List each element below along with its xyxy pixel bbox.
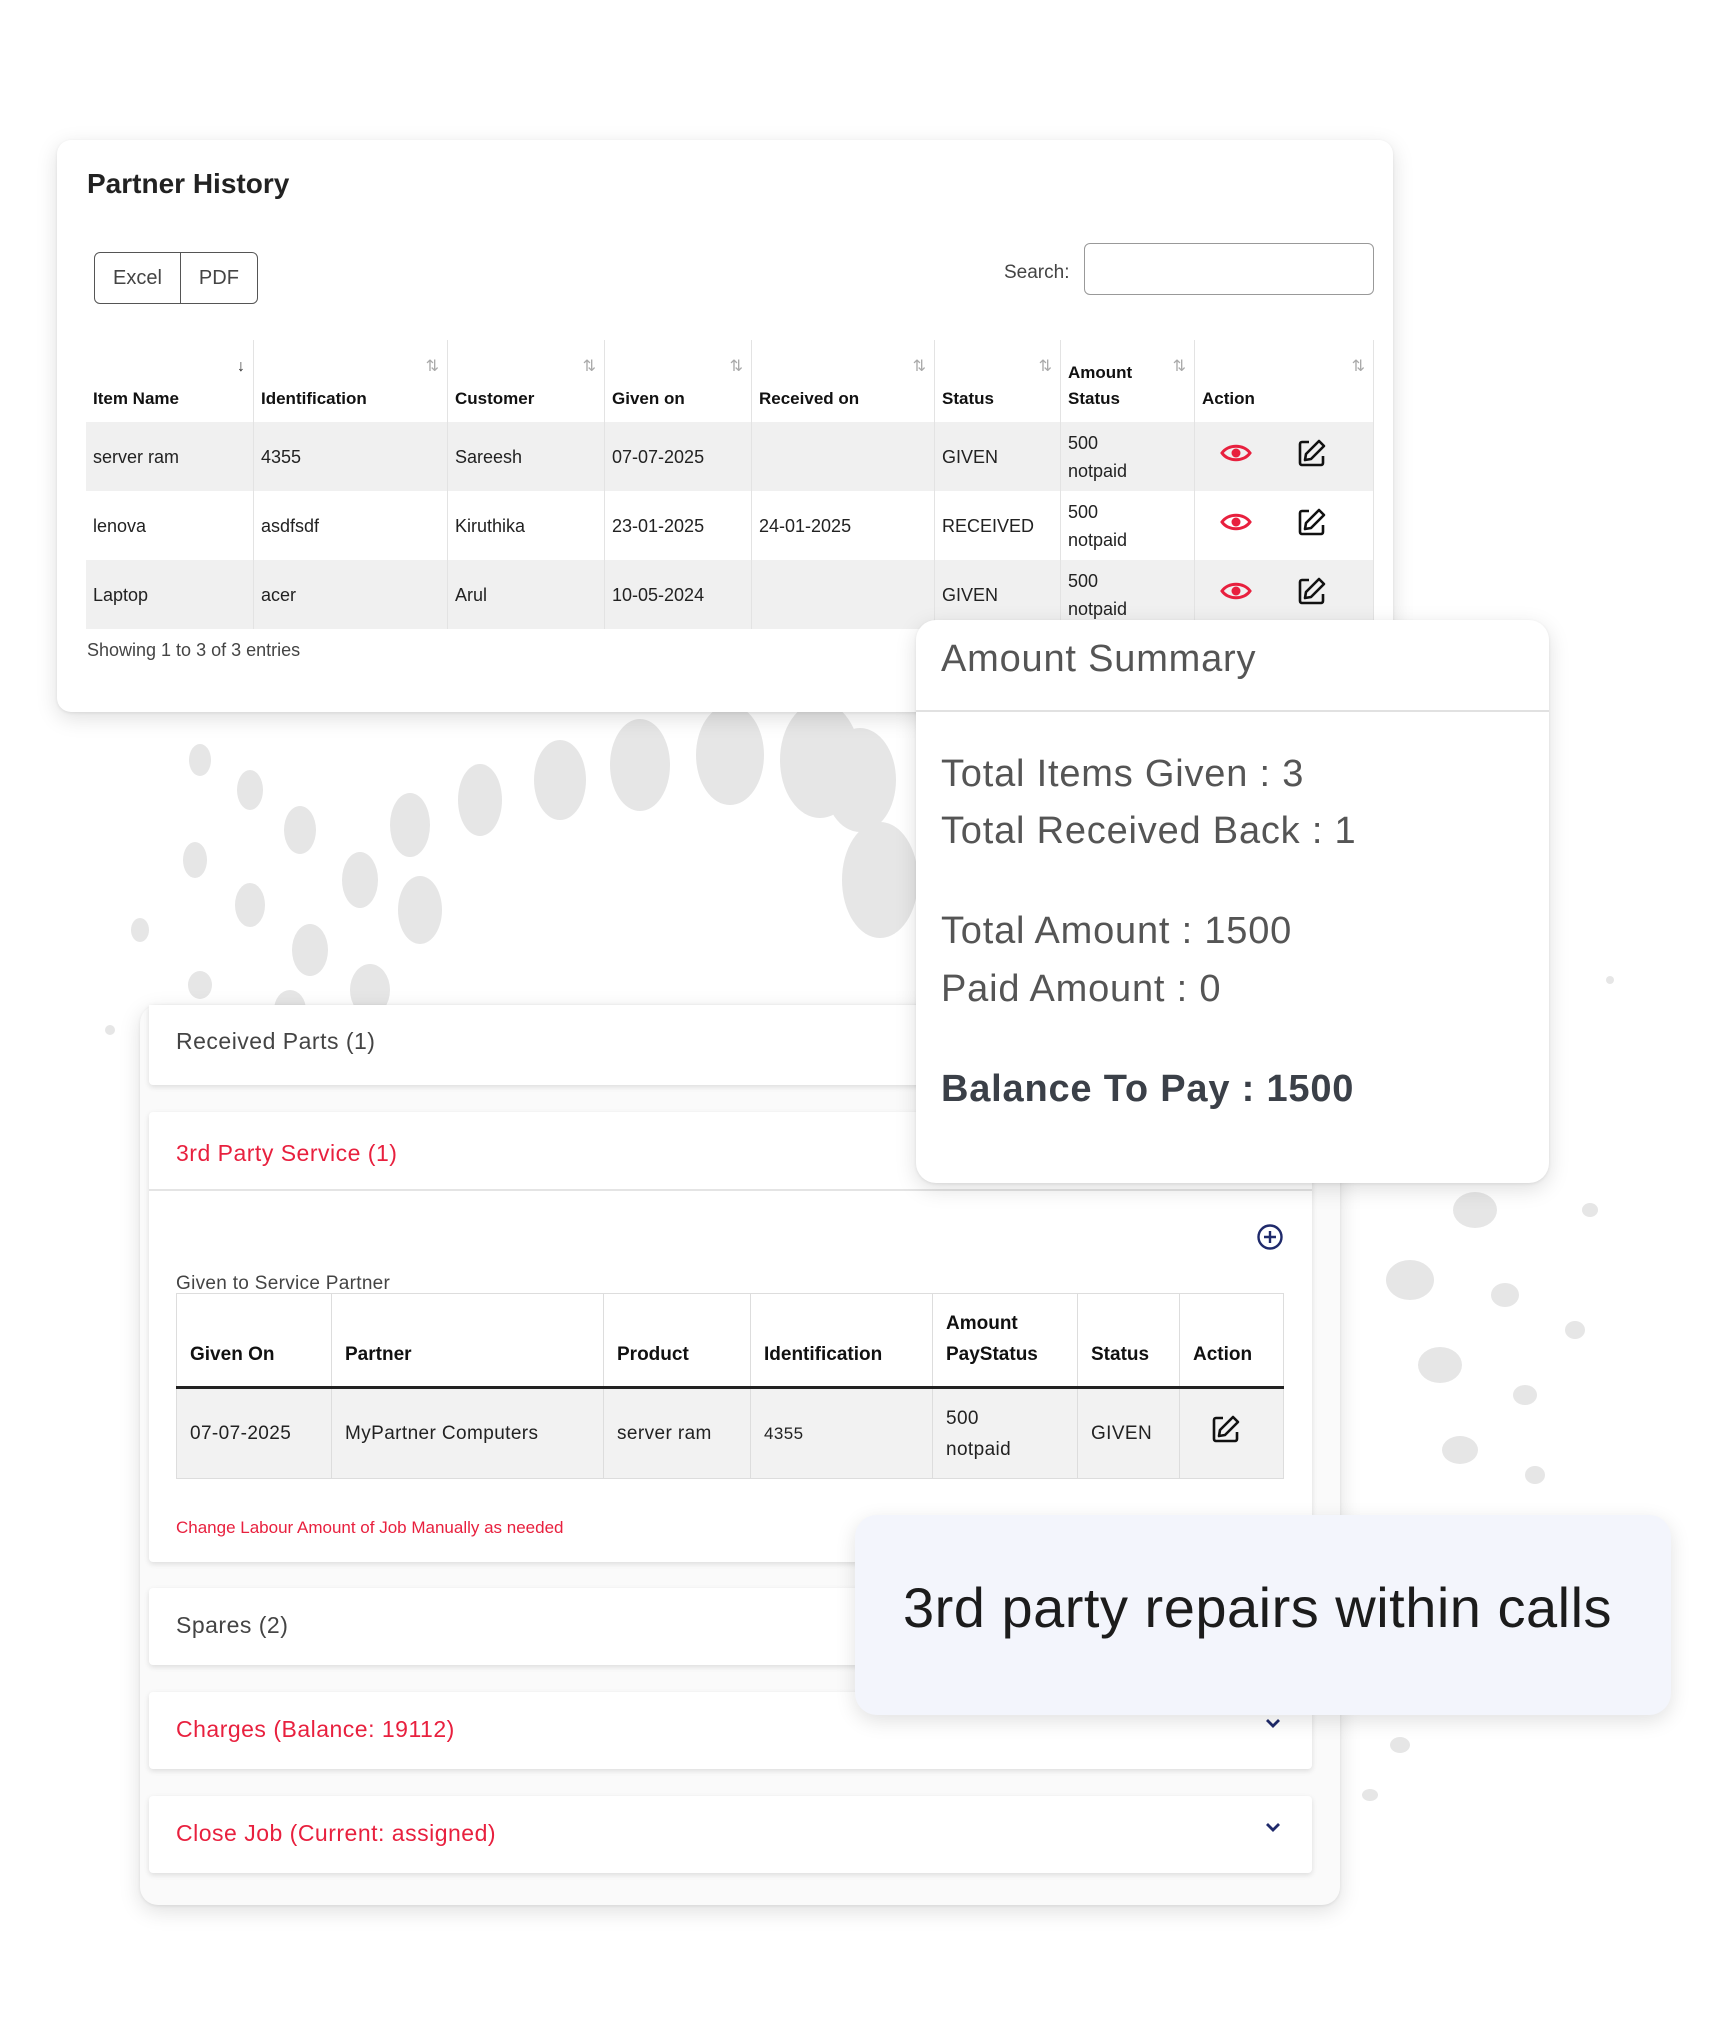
- pdf-export-button[interactable]: PDF: [180, 252, 258, 304]
- sort-icon[interactable]: ⇅: [1352, 354, 1365, 380]
- amount-status-cell: 500 notpaid: [1060, 422, 1195, 491]
- third-party-service-body: Given to Service Partner Given On Partne…: [149, 1191, 1312, 1561]
- table-row: 07-07-2025 MyPartner Computers server ra…: [176, 1387, 1284, 1479]
- accordion-close-job[interactable]: Close Job (Current: assigned): [149, 1796, 1312, 1873]
- excel-export-button[interactable]: Excel: [94, 252, 181, 304]
- column-header-customer[interactable]: Customer ⇅: [447, 340, 605, 422]
- table-row: lenova asdfsdf Kiruthika 23-01-2025 24-0…: [86, 491, 1374, 560]
- eye-icon[interactable]: [1220, 511, 1252, 541]
- search-input[interactable]: [1084, 243, 1374, 295]
- amount-paystatus-cell: 500 notpaid: [932, 1387, 1078, 1479]
- sort-icon[interactable]: ⇅: [913, 354, 926, 380]
- feature-caption: 3rd party repairs within calls: [903, 1576, 1613, 1639]
- column-header-action[interactable]: Action ⇅: [1194, 340, 1374, 422]
- sort-desc-icon[interactable]: ↓: [237, 354, 245, 380]
- table-header-row: Given On Partner Product Identification …: [176, 1293, 1284, 1389]
- search-label: Search:: [1004, 262, 1070, 283]
- labour-amount-note: Change Labour Amount of Job Manually as …: [176, 1518, 564, 1537]
- given-to-partner-label: Given to Service Partner: [176, 1273, 391, 1294]
- partner-history-title: Partner History: [87, 168, 290, 199]
- spares-header[interactable]: Spares (2): [176, 1612, 288, 1639]
- amount-summary-card: Amount Summary Total Items Given : 3 Tot…: [916, 620, 1549, 1183]
- action-cell: [1194, 422, 1374, 491]
- charges-header[interactable]: Charges (Balance: 19112): [176, 1716, 455, 1743]
- column-header-identification[interactable]: Identification ⇅: [253, 340, 448, 422]
- table-row: Laptop acer Arul 10-05-2024 GIVEN 500 not…: [86, 560, 1374, 629]
- sort-icon[interactable]: ⇅: [1039, 354, 1052, 380]
- action-cell: [1194, 560, 1374, 629]
- partner-history-table: Item Name ↓ Identification ⇅ Customer ⇅ Giv…: [86, 340, 1374, 629]
- edit-icon[interactable]: [1297, 507, 1327, 545]
- feature-caption-card: 3rd party repairs within calls: [855, 1515, 1671, 1715]
- action-cell: [1179, 1387, 1284, 1479]
- balance-to-pay: Balance To Pay : 1500: [941, 1068, 1355, 1110]
- total-amount: Total Amount : 1500: [941, 910, 1293, 952]
- column-header-item-name[interactable]: Item Name ↓: [86, 340, 254, 422]
- edit-icon[interactable]: [1297, 576, 1327, 614]
- amount-status-cell: 500 notpaid: [1060, 491, 1195, 560]
- table-row: server ram 4355 Sareesh 07-07-2025 GIVEN…: [86, 422, 1374, 491]
- table-header-row: Item Name ↓ Identification ⇅ Customer ⇅ Giv…: [86, 340, 1374, 422]
- eye-icon[interactable]: [1220, 442, 1252, 472]
- third-party-service-header[interactable]: 3rd Party Service (1): [176, 1140, 397, 1167]
- sort-icon[interactable]: ⇅: [426, 354, 439, 380]
- column-header-given-on[interactable]: Given on ⇅: [604, 340, 752, 422]
- export-button-group: Excel PDF: [94, 252, 258, 304]
- amount-summary-title: Amount Summary: [941, 638, 1257, 680]
- column-header-amount-status[interactable]: Amount Status ⇅: [1060, 340, 1195, 422]
- edit-icon[interactable]: [1297, 438, 1327, 476]
- close-job-header[interactable]: Close Job (Current: assigned): [176, 1820, 496, 1847]
- table-info-text: Showing 1 to 3 of 3 entries: [87, 640, 301, 660]
- summary-divider: [916, 710, 1549, 712]
- action-cell: [1194, 491, 1374, 560]
- column-header-partner: Partner: [331, 1293, 604, 1389]
- paid-amount: Paid Amount : 0: [941, 968, 1222, 1010]
- eye-icon[interactable]: [1220, 580, 1252, 610]
- column-header-action: Action: [1179, 1293, 1284, 1389]
- received-parts-header[interactable]: Received Parts (1): [176, 1028, 375, 1055]
- sort-icon[interactable]: ⇅: [730, 354, 743, 380]
- chevron-down-icon[interactable]: [1264, 1714, 1282, 1735]
- column-header-received-on[interactable]: Received on ⇅: [751, 340, 935, 422]
- column-header-identification: Identification: [750, 1293, 933, 1389]
- column-header-product: Product: [603, 1293, 751, 1389]
- column-header-given-on: Given On: [176, 1293, 332, 1389]
- column-header-amount-paystatus: Amount PayStatus: [932, 1293, 1078, 1389]
- sort-icon[interactable]: ⇅: [1173, 354, 1186, 380]
- plus-circle-icon[interactable]: [1256, 1223, 1284, 1256]
- amount-status-cell: 500 notpaid: [1060, 560, 1195, 629]
- sort-icon[interactable]: ⇅: [583, 354, 596, 380]
- service-partner-table: Given On Partner Product Identification …: [176, 1293, 1284, 1479]
- edit-icon[interactable]: [1211, 1414, 1241, 1454]
- column-header-status: Status: [1077, 1293, 1180, 1389]
- total-received-back: Total Received Back : 1: [941, 810, 1357, 852]
- total-items-given: Total Items Given : 3: [941, 753, 1305, 795]
- chevron-down-icon[interactable]: [1264, 1818, 1282, 1839]
- column-header-status[interactable]: Status ⇅: [934, 340, 1061, 422]
